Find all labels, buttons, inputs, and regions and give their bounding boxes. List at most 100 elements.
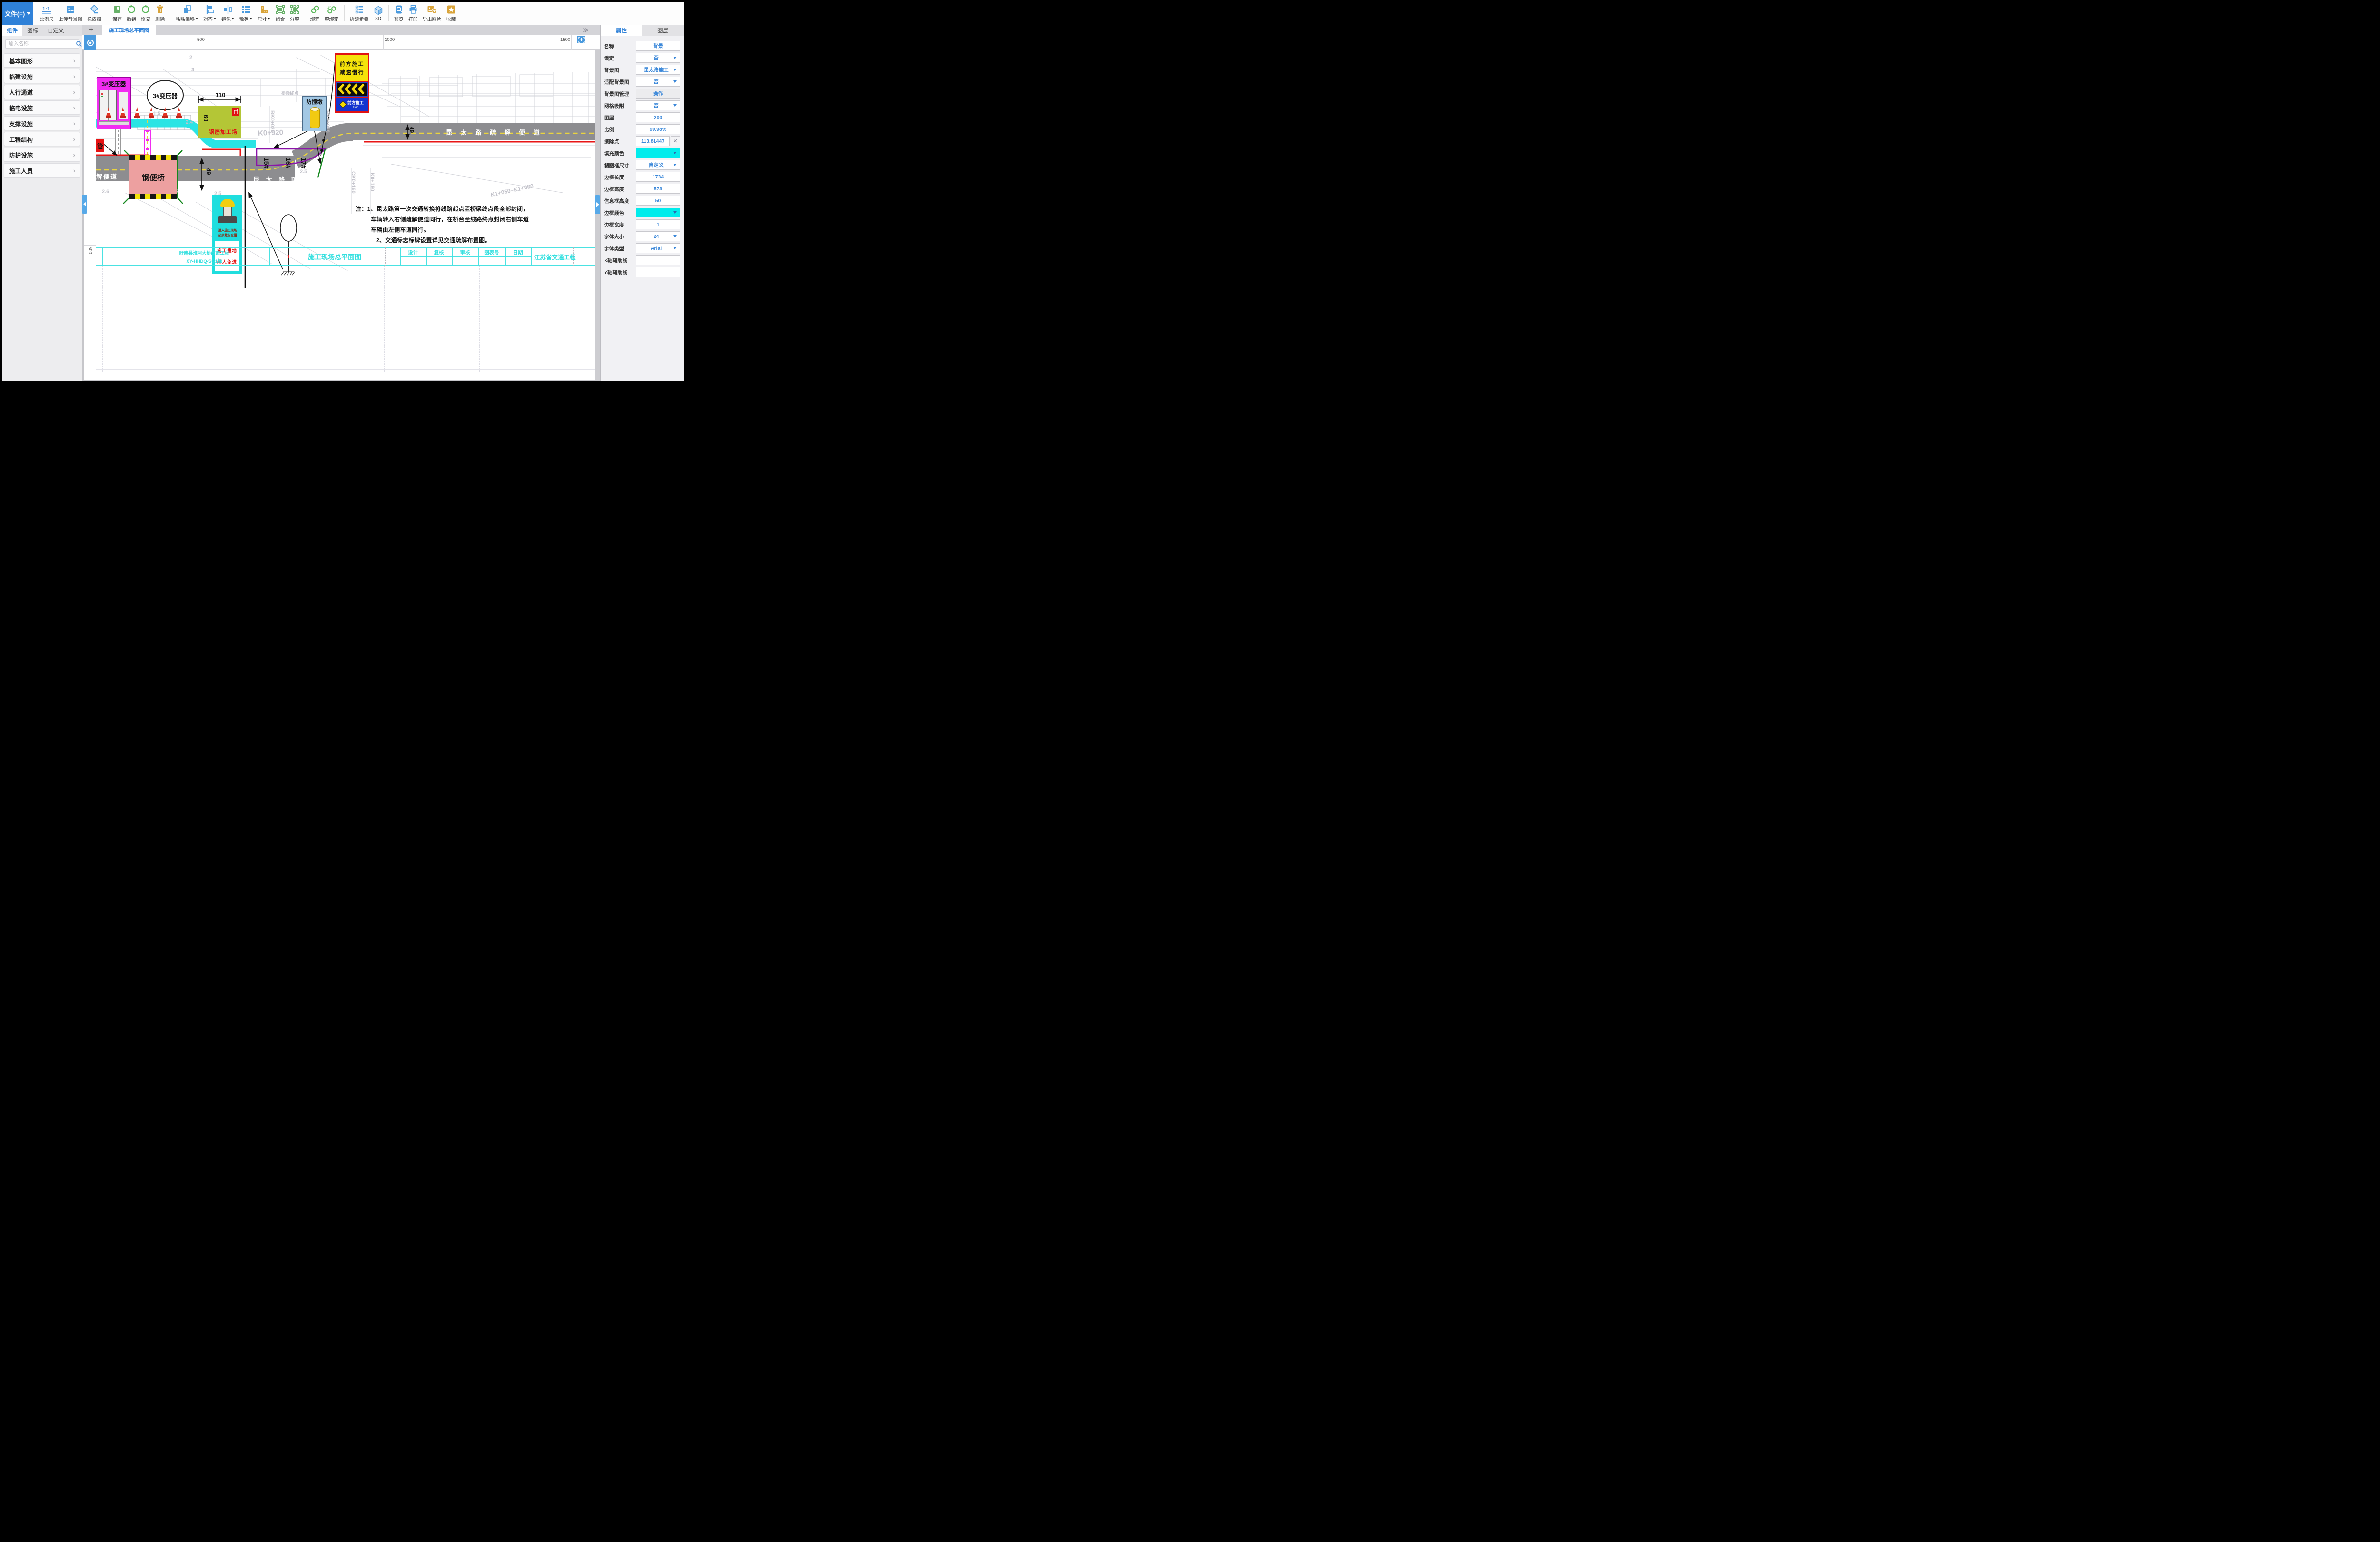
redo-button[interactable]: 恢复 — [139, 3, 153, 23]
background-image-select[interactable]: 昆太路施工 — [636, 65, 680, 75]
erase-point-input[interactable] — [636, 136, 670, 146]
align-button[interactable]: 对齐▼ — [201, 3, 219, 23]
fit-view-button[interactable] — [577, 36, 585, 43]
ruler-label: 1000 — [385, 37, 395, 42]
bind-button[interactable]: 绑定 — [308, 3, 322, 23]
rebar-yard-component[interactable]: 钢筋加工场 — [198, 106, 241, 138]
build-steps-button[interactable]: 拆建步骤 — [347, 3, 371, 23]
category-label: 人行通道 — [9, 88, 33, 97]
lock-select[interactable]: 否 — [636, 53, 680, 63]
tab-layers[interactable]: 图层 — [642, 25, 684, 36]
upload-background-button[interactable]: 上传背景图 — [56, 3, 85, 23]
preview-button[interactable]: 预览 — [392, 3, 406, 23]
export-image-button[interactable]: 导出图片 — [420, 3, 444, 23]
transformer-callout[interactable]: 3#变压器 — [147, 80, 184, 110]
save-button[interactable]: 保存 — [110, 3, 124, 23]
dimension-button[interactable]: 尺寸▼ — [255, 3, 273, 23]
group-button[interactable]: 组合 — [273, 3, 288, 23]
category-label: 临建设施 — [9, 72, 33, 81]
steel-bridge-component[interactable]: 钢便桥 — [129, 155, 177, 199]
note-line: 车辆转入右侧疏解便道同行，在桥台至线路终点封闭右侧车道 — [371, 215, 529, 223]
sidebar-item-basic-shapes[interactable]: 基本图形› — [4, 53, 80, 68]
vertical-scrollbar[interactable] — [595, 50, 600, 380]
scale-input[interactable] — [636, 124, 680, 134]
y-guide-input[interactable] — [636, 267, 680, 277]
prop-row-fit-background: 适配背景图 否 — [601, 76, 684, 88]
tool-label: 比例尺 — [40, 15, 54, 22]
tab-label: 图标 — [27, 27, 38, 34]
print-button[interactable]: 打印 — [406, 3, 420, 23]
unbind-button[interactable]: 解绑定 — [322, 3, 341, 23]
dimension-60: 60 — [202, 115, 209, 121]
info-height-input[interactable] — [636, 196, 680, 206]
delete-button[interactable]: 删除 — [153, 3, 167, 23]
file-menu-button[interactable]: 文件(F) — [2, 2, 33, 25]
tab-collapse-icon[interactable]: ≫ — [583, 27, 588, 33]
sidebar-item-temp-power[interactable]: 临电设施› — [4, 100, 80, 115]
new-tab-button[interactable]: + — [87, 26, 95, 34]
scale-ruler-button[interactable]: 1:1 比例尺 — [37, 3, 56, 23]
scatter-button[interactable]: 散列▼ — [237, 3, 255, 23]
document-tab[interactable]: 施工现场总平面图 — [102, 25, 156, 35]
ruler-label: 500 — [197, 37, 205, 42]
group-icon — [276, 4, 285, 14]
x-guide-input[interactable] — [636, 255, 680, 265]
font-family-select[interactable]: Arial — [636, 243, 680, 253]
transformer-component[interactable]: 3#变压器 — [97, 77, 131, 129]
dropdown-arrow: ▼ — [195, 17, 198, 20]
sidebar-tab-components[interactable]: 组件 — [2, 25, 22, 36]
border-height-input[interactable] — [636, 184, 680, 194]
traffic-cone[interactable] — [106, 107, 111, 119]
prop-row-border-width: 边框宽度 — [601, 219, 684, 231]
grid-snap-select[interactable]: 否 — [636, 100, 680, 110]
ungroup-button[interactable]: 分解 — [288, 3, 302, 23]
sidebar-item-structures[interactable]: 工程结构› — [4, 132, 80, 146]
sidebar-tab-custom[interactable]: 自定义 — [43, 25, 69, 36]
project-name: 盱眙县淮河大桥改造工程 — [139, 249, 269, 256]
pipe-label-box[interactable]: 管 — [96, 139, 104, 152]
border-length-input[interactable] — [636, 172, 680, 182]
frame-size-select[interactable]: 自定义 — [636, 160, 680, 170]
site-plan-drawing[interactable]: K0+920 BK0+020 BK0+080 CK0+160 K0+180 K1… — [96, 50, 595, 380]
sidebar-tab-icons[interactable]: 图标 — [22, 25, 43, 36]
traffic-cone[interactable] — [120, 107, 126, 119]
scatter-icon — [241, 4, 251, 14]
border-color-select[interactable] — [636, 208, 680, 217]
paste-offset-button[interactable]: 粘贴偏移▼ — [173, 3, 201, 23]
view-3d-button[interactable]: 3D — [371, 4, 386, 22]
traffic-cone[interactable] — [176, 107, 182, 119]
search-input[interactable] — [6, 41, 76, 47]
traffic-cone[interactable] — [162, 107, 168, 119]
background-manage-button[interactable]: 操作 — [636, 89, 680, 99]
favorite-button[interactable]: 收藏 — [444, 3, 458, 23]
align-icon — [205, 4, 215, 14]
undo-button[interactable]: 撤销 — [124, 3, 139, 23]
fit-background-select[interactable]: 否 — [636, 77, 680, 87]
safety-line1: 进入施工现场 — [212, 227, 243, 232]
fill-color-select[interactable] — [636, 148, 680, 158]
traffic-cone[interactable] — [134, 107, 140, 119]
cube-3d-icon — [374, 5, 383, 15]
chevron-panel — [336, 82, 368, 97]
sidebar-item-temp-facilities[interactable]: 临建设施› — [4, 69, 80, 83]
panel-collapse-handle[interactable] — [595, 195, 600, 214]
mirror-button[interactable]: 镜像▼ — [219, 3, 237, 23]
origin-target-button[interactable] — [84, 35, 96, 50]
construction-sign-component[interactable]: 前方施工 减速慢行 前方施工 1km — [335, 53, 369, 113]
name-input[interactable] — [636, 41, 680, 51]
border-width-input[interactable] — [636, 219, 680, 229]
redo-icon — [141, 4, 150, 14]
font-size-select[interactable]: 24 — [636, 231, 680, 241]
sidebar-item-protection[interactable]: 防护设施› — [4, 148, 80, 162]
eraser-button[interactable]: 橡皮擦 — [85, 3, 104, 23]
sidebar-item-pedestrian[interactable]: 人行通道› — [4, 85, 80, 99]
tool-label: 撤销 — [127, 15, 136, 22]
sidebar-collapse-handle[interactable] — [82, 195, 87, 214]
sidebar-item-workers[interactable]: 施工人员› — [4, 163, 80, 178]
traffic-cone[interactable] — [149, 107, 154, 119]
sidebar-item-support[interactable]: 支撑设施› — [4, 116, 80, 130]
crash-barrier-component[interactable]: 防撞墩 — [302, 96, 327, 131]
clear-erase-point-button[interactable]: ✕ — [671, 136, 680, 146]
tab-properties[interactable]: 属性 — [601, 25, 642, 36]
layer-input[interactable] — [636, 112, 680, 122]
